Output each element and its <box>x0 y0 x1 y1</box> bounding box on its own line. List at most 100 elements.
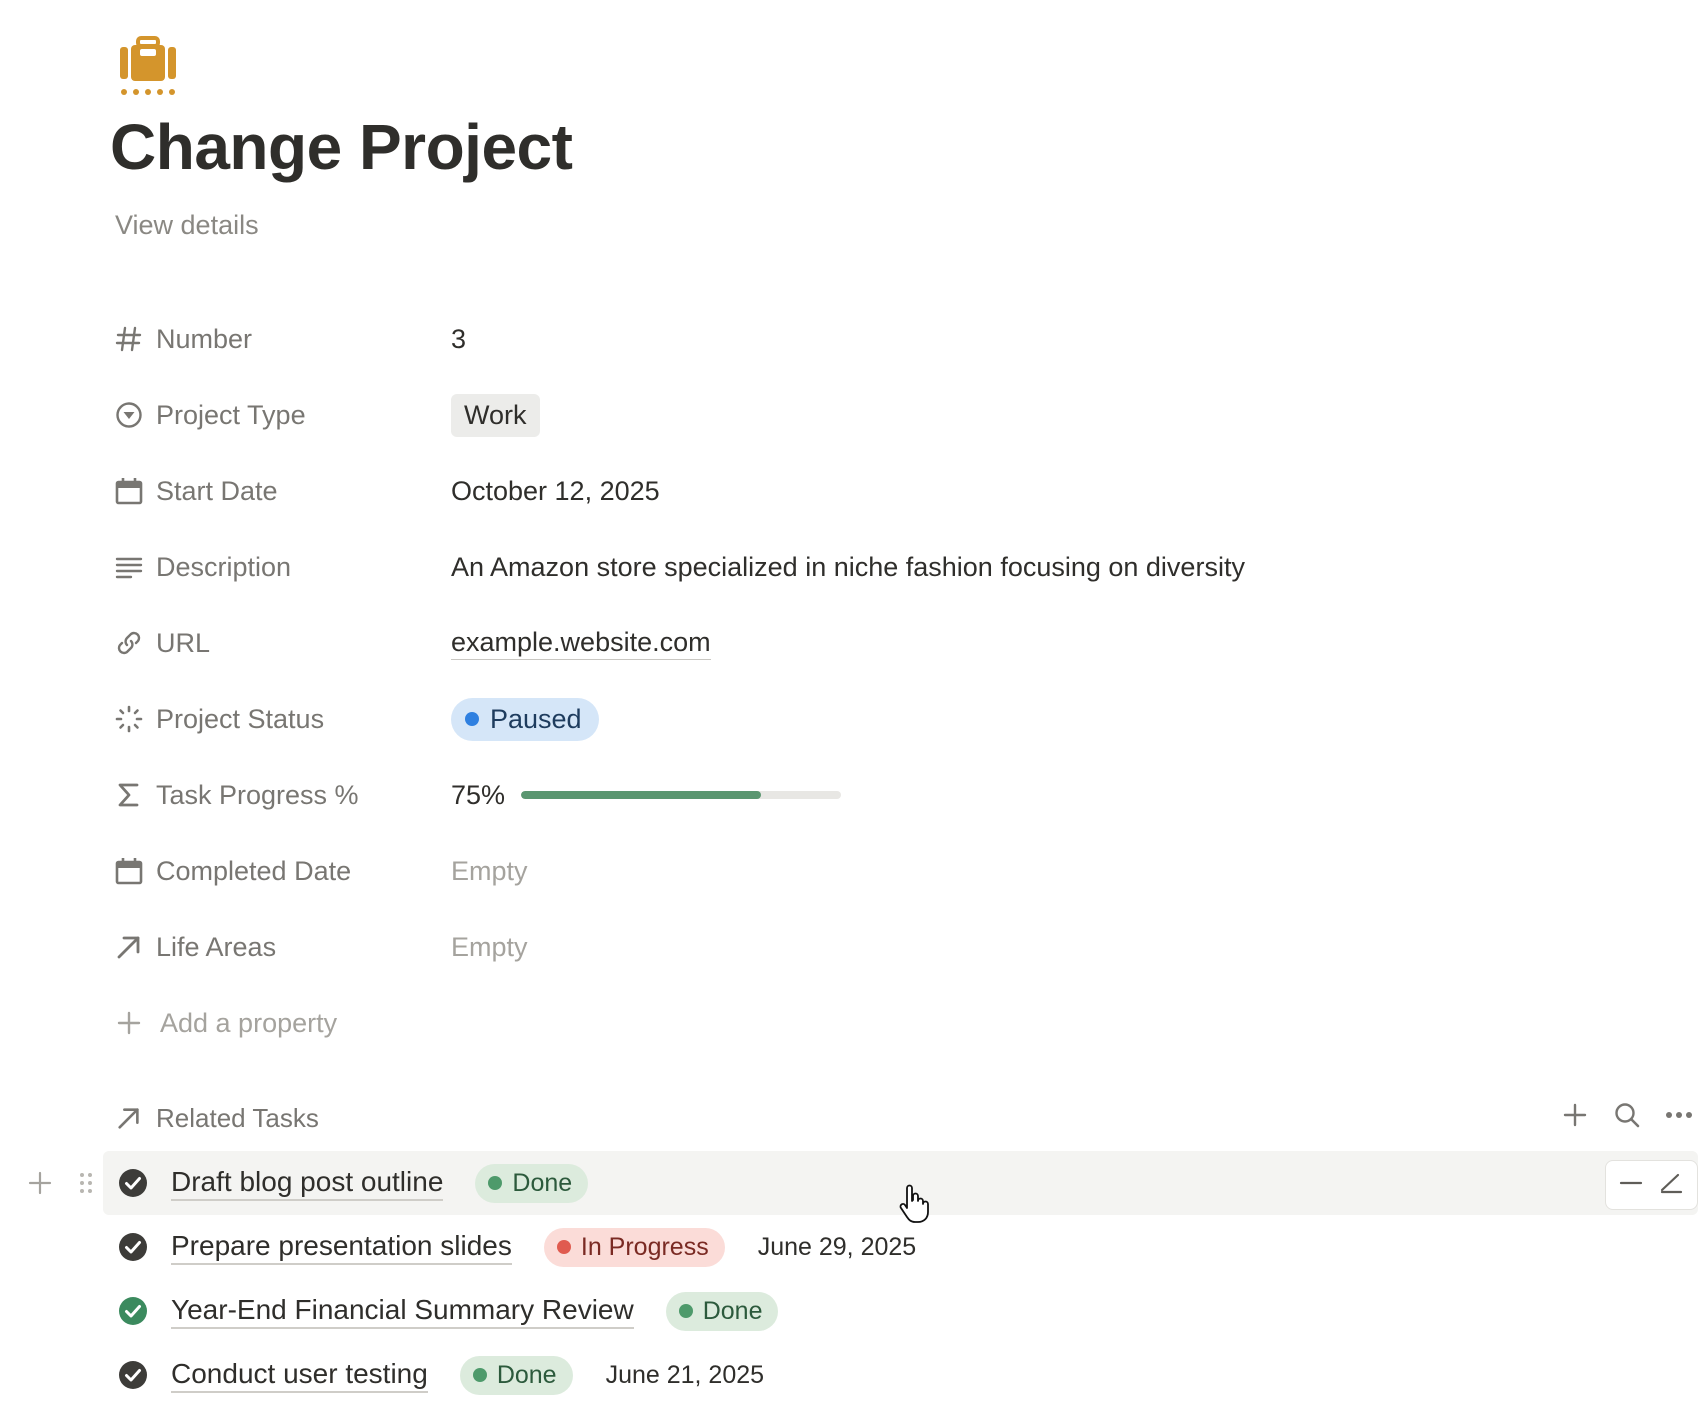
property-label-wrap: Project Status <box>114 704 451 735</box>
task-content: Conduct user testing Done June 21, 2025 <box>118 1343 764 1407</box>
calendar-icon <box>114 476 144 506</box>
property-label: Start Date <box>156 475 278 506</box>
link-icon <box>114 628 144 658</box>
property-label: Completed Date <box>156 855 352 886</box>
property-label-wrap: URL <box>114 628 451 659</box>
related-tasks-list: Draft blog post outline Done Prepare pre… <box>0 1151 1698 1407</box>
relation-arrow-icon <box>114 1105 144 1131</box>
property-value-progress: 75% <box>451 780 842 811</box>
property-value-status[interactable]: Paused <box>451 697 599 741</box>
property-start-date[interactable]: Start Date October 12, 2025 <box>114 453 1614 529</box>
status-dot <box>556 1240 571 1254</box>
task-content: Draft blog post outline Done <box>118 1151 621 1215</box>
status-icon <box>114 704 144 734</box>
property-url[interactable]: URL example.website.com <box>114 605 1614 681</box>
task-row[interactable]: Draft blog post outline Done <box>0 1151 1698 1215</box>
plus-icon <box>114 1011 144 1035</box>
property-label: Project Status <box>156 703 325 734</box>
related-actions <box>1560 1100 1694 1130</box>
task-content: Year-End Financial Summary Review Done <box>118 1279 811 1343</box>
related-tasks-title[interactable]: Related Tasks <box>114 1103 319 1134</box>
project-type-tag[interactable]: Work <box>451 393 540 437</box>
checkmark-circle-icon[interactable] <box>118 1232 148 1262</box>
property-label-wrap: Number <box>114 324 451 355</box>
status-dot <box>465 712 479 726</box>
progress-bar-fill <box>521 791 762 799</box>
task-date: June 21, 2025 <box>605 1360 765 1389</box>
property-value-description[interactable]: An Amazon store specialized in niche fas… <box>451 552 1245 583</box>
property-label-wrap: Life Areas <box>114 932 451 963</box>
property-label: URL <box>156 627 211 658</box>
property-value-life-areas[interactable]: Empty <box>451 932 528 963</box>
property-value-completed-date[interactable]: Empty <box>451 856 528 887</box>
task-status-pill[interactable]: In Progress <box>543 1227 725 1267</box>
property-value-url[interactable]: example.website.com <box>451 627 711 660</box>
task-row[interactable]: Conduct user testing Done June 21, 2025 <box>0 1343 1698 1407</box>
select-icon <box>114 400 144 430</box>
add-property-button[interactable]: Add a property <box>114 985 1614 1061</box>
checkmark-circle-icon[interactable] <box>118 1168 148 1198</box>
property-number[interactable]: Number 3 <box>114 301 1614 377</box>
status-dot <box>488 1176 503 1190</box>
add-property-label: Add a property <box>160 1007 338 1038</box>
minus-icon[interactable] <box>1619 1171 1643 1200</box>
property-project-type[interactable]: Project Type Work <box>114 377 1614 453</box>
property-value-start-date[interactable]: October 12, 2025 <box>451 476 660 507</box>
property-label: Life Areas <box>156 931 277 962</box>
task-content: Prepare presentation slides In Progress … <box>118 1215 916 1279</box>
view-details-link[interactable]: View details <box>115 210 259 241</box>
property-label-wrap: Task Progress % <box>114 780 451 811</box>
task-name[interactable]: Year-End Financial Summary Review <box>171 1294 634 1329</box>
property-label: Task Progress % <box>156 779 359 810</box>
task-status-pill[interactable]: Done <box>475 1163 589 1203</box>
property-label: Number <box>156 323 253 354</box>
task-name[interactable]: Draft blog post outline <box>171 1166 444 1201</box>
related-tasks-header: Related Tasks <box>114 1098 1694 1138</box>
property-project-status[interactable]: Project Status Paused <box>114 681 1614 757</box>
progress-bar <box>521 791 842 799</box>
number-icon <box>114 324 144 354</box>
hand-cursor-icon <box>899 1184 929 1223</box>
task-status-pill[interactable]: Done <box>459 1355 573 1395</box>
property-label: Description <box>156 551 292 582</box>
drag-handle-icon[interactable] <box>71 1168 101 1198</box>
suitcase-icon[interactable] <box>118 36 178 98</box>
property-label-wrap: Start Date <box>114 476 451 507</box>
task-status-label: In Progress <box>580 1232 709 1261</box>
property-value-number[interactable]: 3 <box>451 324 466 355</box>
relation-arrow-icon <box>114 932 144 962</box>
property-label-wrap: Completed Date <box>114 856 451 887</box>
property-task-progress[interactable]: Task Progress % 75% <box>114 757 1614 833</box>
property-description[interactable]: Description An Amazon store specialized … <box>114 529 1614 605</box>
task-name[interactable]: Prepare presentation slides <box>171 1230 512 1265</box>
status-dot <box>472 1368 487 1382</box>
row-tools <box>1605 1160 1698 1210</box>
edit-icon[interactable] <box>1658 1170 1684 1201</box>
checkmark-circle-icon[interactable] <box>118 1360 148 1390</box>
checkmark-circle-icon[interactable] <box>118 1296 148 1326</box>
property-label-wrap: Project Type <box>114 400 451 431</box>
property-completed-date[interactable]: Completed Date Empty <box>114 833 1614 909</box>
related-tasks-label: Related Tasks <box>156 1102 319 1133</box>
task-status-pill[interactable]: Done <box>665 1291 779 1331</box>
status-label: Paused <box>490 703 582 734</box>
plus-icon[interactable] <box>1560 1100 1590 1130</box>
property-life-areas[interactable]: Life Areas Empty <box>114 909 1614 985</box>
task-status-label: Done <box>702 1296 763 1325</box>
task-name[interactable]: Conduct user testing <box>171 1358 428 1393</box>
task-row[interactable]: Year-End Financial Summary Review Done <box>0 1279 1698 1343</box>
property-value-project-type[interactable]: Work <box>451 393 540 437</box>
page-title[interactable]: Change Project <box>110 110 573 184</box>
task-date: June 29, 2025 <box>757 1232 917 1261</box>
url-link[interactable]: example.website.com <box>451 627 711 660</box>
row-handles <box>25 1151 101 1215</box>
task-row[interactable]: Prepare presentation slides In Progress … <box>0 1215 1698 1279</box>
add-row-icon[interactable] <box>25 1168 55 1198</box>
search-icon[interactable] <box>1612 1100 1642 1130</box>
properties-panel: Number 3 Project Type Work Start Date Oc… <box>114 301 1614 1061</box>
task-status-label: Done <box>496 1360 557 1389</box>
more-icon[interactable] <box>1664 1100 1694 1130</box>
text-lines-icon <box>114 552 144 582</box>
status-pill[interactable]: Paused <box>451 697 599 741</box>
calendar-icon <box>114 856 144 886</box>
